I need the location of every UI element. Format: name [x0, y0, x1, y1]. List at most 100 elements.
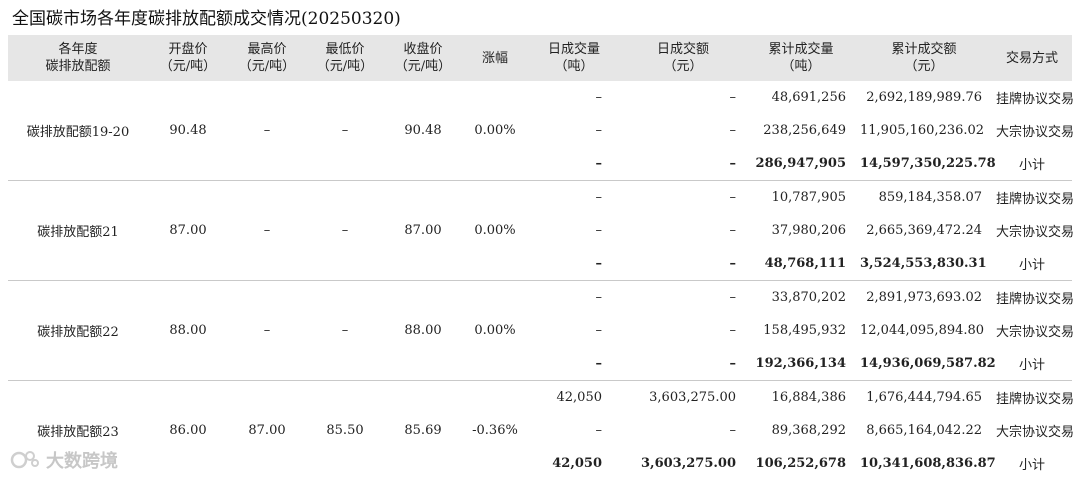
daily-amount-cell: –	[729, 90, 737, 105]
close-price-cell: 87.00	[384, 180, 462, 281]
daily-amount-cell: –	[729, 323, 737, 338]
low-price-cell: 85.50	[326, 423, 364, 438]
column-header: 日成交额 （元）	[620, 35, 746, 81]
quota-name-cell: 碳排放配额19-20	[8, 81, 148, 181]
low-price-cell: –	[306, 81, 384, 181]
daily-volume-cell: –	[595, 323, 603, 338]
column-header-line: 碳排放配额	[45, 59, 111, 74]
brand-logo-icon	[10, 451, 39, 469]
daily-volume-cell: –	[595, 190, 603, 205]
column-header: 交易方式	[992, 35, 1072, 81]
column-header-line: （吨）	[781, 59, 821, 74]
cumulative-volume-cell: 33,870,202	[771, 290, 846, 305]
daily-volume-cell: –	[528, 247, 620, 281]
cumulative-volume-cell: 48,691,256	[771, 90, 846, 105]
trade-method-cell: 大宗协议交易	[996, 225, 1075, 240]
cumulative-volume-cell: 158,495,932	[763, 323, 846, 338]
column-header-line: 日成交额	[656, 42, 709, 57]
trade-method-cell: 小计	[992, 247, 1072, 281]
cumulative-amount-cell: 2,891,973,693.02	[866, 290, 982, 305]
column-header-line: 累计成交量	[768, 42, 834, 57]
column-header: 各年度 碳排放配额	[8, 35, 148, 81]
cumulative-volume-cell: 89,368,292	[771, 423, 846, 438]
cumulative-volume-cell: 16,884,386	[771, 390, 846, 405]
cumulative-volume-cell: 10,787,905	[771, 190, 846, 205]
open-price-cell: 90.48	[148, 81, 228, 181]
trade-method-cell: 小计	[1018, 458, 1045, 473]
cumulative-amount-cell: 10,341,608,836.87	[860, 456, 996, 471]
close-price-cell: 90.48	[384, 81, 462, 181]
daily-amount-cell: –	[729, 290, 737, 305]
cumulative-amount-cell: 14,936,069,587.82	[856, 347, 996, 381]
trade-method-cell: 大宗协议交易	[996, 125, 1075, 140]
column-header: 最低价 （元/吨）	[306, 35, 384, 81]
daily-amount-cell: –	[729, 223, 737, 238]
change-cell: 0.00%	[462, 280, 528, 381]
quota-name-cell: 碳排放配额21	[8, 180, 148, 281]
column-header-line: （元/吨）	[238, 59, 296, 74]
low-price-cell: –	[306, 180, 384, 281]
daily-volume-cell: –	[528, 147, 620, 181]
column-header: 累计成交额 （元）	[856, 35, 992, 81]
cumulative-volume-cell: 192,366,134	[746, 347, 856, 381]
daily-volume-cell: –	[595, 423, 603, 438]
trade-method-cell: 挂牌协议交易	[996, 292, 1075, 307]
close-price-cell: 88.00	[384, 280, 462, 381]
column-header-line: 涨幅	[481, 50, 508, 66]
column-header-line: 累计成交额	[891, 42, 957, 57]
trade-method-cell: 挂牌协议交易	[996, 192, 1075, 207]
open-price-cell: 88.00	[148, 280, 228, 381]
close-price-cell: 85.69	[404, 423, 442, 438]
quota-name-cell: 碳排放配额22	[8, 280, 148, 381]
daily-amount-cell: –	[620, 147, 746, 181]
table-row: 碳排放配额21 87.00– –87.00 0.00% – –10,787,905 859,…	[8, 180, 1075, 281]
column-header-line: 交易方式	[1005, 50, 1058, 66]
high-price-cell: –	[228, 180, 306, 281]
trade-method-cell: 大宗协议交易	[996, 325, 1075, 340]
column-header-line: 日成交量	[547, 42, 600, 57]
cumulative-amount-cell: 14,597,350,225.78	[856, 147, 996, 181]
table-row: 碳排放配额22 88.00– –88.00 0.00% – –33,870,202 2,89…	[8, 280, 1075, 381]
trade-method-cell: 挂牌协议交易	[996, 92, 1075, 107]
cumulative-amount-cell: 1,676,444,794.65	[866, 390, 982, 405]
column-header: 收盘价 （元/吨）	[384, 35, 462, 81]
daily-amount-cell: –	[620, 247, 746, 281]
column-header-line: 最高价	[247, 42, 287, 57]
open-price-cell: 87.00	[148, 180, 228, 281]
daily-amount-cell: –	[729, 423, 737, 438]
daily-volume-cell: –	[595, 90, 603, 105]
cumulative-amount-cell: 11,905,160,236.02	[860, 123, 985, 138]
low-price-cell: –	[306, 280, 384, 381]
cumulative-amount-cell: 3,524,553,830.31	[856, 247, 992, 281]
column-header: 累计成交量 （吨）	[746, 35, 856, 81]
column-header-line: 开盘价	[168, 42, 208, 57]
daily-amount-cell: –	[729, 190, 737, 205]
column-header-line: 收盘价	[403, 42, 443, 57]
open-price-cell: 86.00	[169, 423, 207, 438]
cumulative-amount-cell: 859,184,358.07	[878, 190, 982, 205]
column-header-line: 最低价	[325, 42, 365, 57]
cumulative-amount-cell: 2,665,369,472.24	[866, 223, 982, 238]
column-header-line: （元/吨）	[316, 59, 374, 74]
cumulative-volume-cell: 48,768,111	[746, 247, 856, 281]
table-body: 碳排放配额19-20 90.48– –90.48 0.00% – –48,691,256 2…	[8, 81, 1075, 480]
column-header: 涨幅	[462, 35, 528, 81]
table-header-row: 各年度 碳排放配额 开盘价 （元/吨） 最高价 （元/吨） 最低价 （元/吨） 收盘价 （元/吨）…	[8, 35, 1072, 81]
daily-volume-cell: 42,050	[556, 390, 603, 405]
carbon-trading-table: 各年度 碳排放配额 开盘价 （元/吨） 最高价 （元/吨） 最低价 （元/吨） 收盘价 （元/吨）…	[8, 35, 1075, 480]
column-header: 开盘价 （元/吨）	[148, 35, 228, 81]
high-price-cell: –	[228, 81, 306, 181]
trade-method-cell: 大宗协议交易	[996, 425, 1075, 440]
daily-volume-cell: –	[528, 347, 620, 381]
high-price-cell: –	[228, 280, 306, 381]
change-cell: -0.36%	[472, 423, 518, 438]
daily-amount-cell: –	[729, 123, 737, 138]
cumulative-volume-cell: 286,947,905	[746, 147, 856, 181]
page-title: 全国碳市场各年度碳排放配额成交情况(20250320)	[12, 9, 401, 29]
watermark: 大数跨境	[10, 446, 118, 474]
daily-amount-cell: 3,603,275.00	[641, 456, 736, 471]
column-header: 日成交量 （吨）	[528, 35, 620, 81]
table-row: 碳排放配额23 86.00 87.00 85.50 85.69 -0.36% 42,050 3…	[8, 381, 1074, 440]
high-price-cell: 87.00	[248, 423, 286, 438]
column-header-line: （元/吨）	[159, 59, 217, 74]
